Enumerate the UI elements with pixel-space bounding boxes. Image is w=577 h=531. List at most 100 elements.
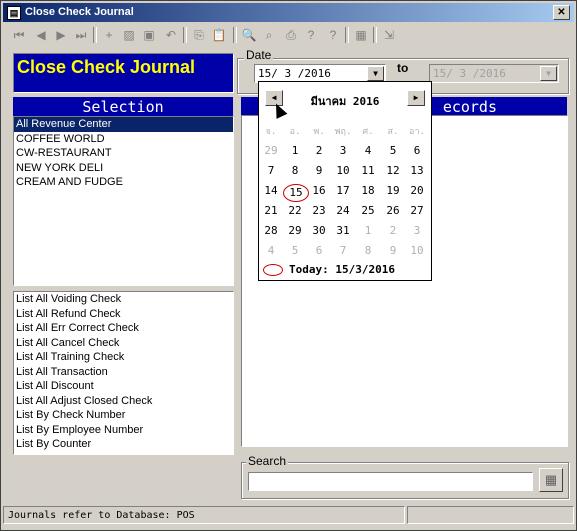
copy-icon[interactable]: ⎘ <box>191 27 207 43</box>
calendar-day[interactable]: 4 <box>259 244 283 257</box>
revenue-center-list[interactable]: All Revenue Center COFFEE WORLD CW-RESTAUR… <box>13 116 234 286</box>
calendar-day[interactable]: 8 <box>283 164 307 177</box>
save-icon[interactable]: ▣ <box>141 27 157 43</box>
search-input[interactable] <box>248 472 533 491</box>
calendar-day[interactable]: 3 <box>331 144 355 157</box>
revenue-center-item[interactable]: NEW YORK DELI <box>14 161 233 176</box>
calendar-day[interactable]: 17 <box>331 184 355 197</box>
calendar-today[interactable]: Today: 15/3/2016 <box>259 260 431 278</box>
paste-icon[interactable]: 📋 <box>211 27 227 43</box>
edit-icon[interactable]: ▨ <box>121 27 137 43</box>
binoculars-icon[interactable]: ⌕ <box>261 27 277 43</box>
date-from-value: 15/ 3 /2016 <box>258 67 331 80</box>
journal-type-item[interactable]: List By Employee Number <box>14 423 233 438</box>
next-record-icon[interactable]: ▶ <box>53 27 69 43</box>
calendar-day[interactable]: 25 <box>356 204 380 217</box>
revenue-center-item[interactable]: COFFEE WORLD <box>14 132 233 147</box>
calendar-day[interactable]: 29 <box>259 144 283 157</box>
calendar-day[interactable]: 24 <box>331 204 355 217</box>
close-button[interactable]: ✕ <box>553 5 570 20</box>
report-icon[interactable]: ▦ <box>353 27 369 43</box>
page-title-panel: Close Check Journal <box>13 53 234 93</box>
toolbar-separator <box>183 27 187 43</box>
calendar-day[interactable]: 19 <box>381 184 405 197</box>
first-record-icon[interactable]: ⏮ <box>11 27 27 43</box>
calendar-day[interactable]: 16 <box>307 184 331 197</box>
calendar-day[interactable]: 30 <box>307 224 331 237</box>
toolbar-separator <box>345 27 349 43</box>
exit-icon[interactable]: ⇲ <box>381 27 397 43</box>
help-icon[interactable]: ? <box>325 27 341 43</box>
prev-record-icon[interactable]: ◀ <box>33 27 49 43</box>
calendar-day[interactable]: 20 <box>405 184 429 197</box>
journal-type-item[interactable]: List All Transaction <box>14 365 233 380</box>
calendar-day[interactable]: 12 <box>381 164 405 177</box>
calendar-day[interactable]: 5 <box>381 144 405 157</box>
calendar-day[interactable]: 6 <box>307 244 331 257</box>
calendar-day[interactable]: 7 <box>259 164 283 177</box>
calendar-day[interactable]: 10 <box>405 244 429 257</box>
journal-type-item[interactable]: List All Err Correct Check <box>14 321 233 336</box>
calendar-day[interactable]: 6 <box>405 144 429 157</box>
calendar-day[interactable]: 9 <box>381 244 405 257</box>
calendar-day[interactable]: 14 <box>259 184 283 197</box>
calendar-day[interactable]: 10 <box>331 164 355 177</box>
calendar-day[interactable]: 5 <box>283 244 307 257</box>
calendar-day[interactable]: 1 <box>283 144 307 157</box>
toolbar: ⏮ ◀ ▶ ⏭ + ▨ ▣ ↶ ⎘ 📋 🔍 ⌕ ⎙?? ▦ ⇲ <box>3 24 574 46</box>
calendar-day[interactable]: 7 <box>331 244 355 257</box>
status-text: Journals refer to Database: POS <box>3 506 405 524</box>
chevron-down-icon[interactable]: ▼ <box>367 66 384 81</box>
next-month-button[interactable]: ▶ <box>407 90 425 106</box>
revenue-center-item[interactable]: CW-RESTAURANT <box>14 146 233 161</box>
calendar-day[interactable]: 28 <box>259 224 283 237</box>
calendar-day[interactable]: 23 <box>307 204 331 217</box>
journal-type-item[interactable]: List By Check Number <box>14 408 233 423</box>
calendar-day[interactable]: 26 <box>381 204 405 217</box>
calendar-day[interactable]: 1 <box>356 224 380 237</box>
journal-type-item[interactable]: List All Cancel Check <box>14 336 233 351</box>
help-pointer-icon[interactable]: ? <box>303 27 319 43</box>
journal-type-item[interactable]: List All Training Check <box>14 350 233 365</box>
journal-type-item[interactable]: List By Counter <box>14 437 233 452</box>
calendar-day[interactable]: 2 <box>381 224 405 237</box>
calendar-day[interactable]: 13 <box>405 164 429 177</box>
toolbar-separator <box>373 27 377 43</box>
calendar-day[interactable]: 2 <box>307 144 331 157</box>
journal-type-item[interactable]: List All Refund Check <box>14 307 233 322</box>
journal-type-item[interactable]: List All Discount <box>14 379 233 394</box>
toolbar-separator <box>233 27 237 43</box>
calendar-day[interactable]: 29 <box>283 224 307 237</box>
date-to-combo[interactable]: 15/ 3 /2016 ▼ <box>429 64 559 83</box>
calendar-day[interactable]: 31 <box>331 224 355 237</box>
calendar-day[interactable]: 8 <box>356 244 380 257</box>
app-icon: ▤ <box>7 6 21 20</box>
weekday-label: พ. <box>313 127 325 137</box>
calendar-selected-day[interactable]: 15 <box>283 184 309 202</box>
revenue-center-item[interactable]: CREAM AND FUDGE <box>14 175 233 190</box>
calendar-day[interactable]: 4 <box>356 144 380 157</box>
undo-icon[interactable]: ↶ <box>163 27 179 43</box>
calendar-day[interactable]: 11 <box>356 164 380 177</box>
calendar-day[interactable]: 21 <box>259 204 283 217</box>
weekday-label: ส. <box>387 127 399 137</box>
print-icon[interactable]: ⎙ <box>283 27 299 43</box>
title-bar: ▤ Close Check Journal ✕ <box>3 3 574 22</box>
journal-type-list[interactable]: List All Voiding Check List All Refund Ch… <box>13 291 234 455</box>
journal-type-item[interactable]: List All Voiding Check <box>14 292 233 307</box>
status-cell-empty <box>407 506 574 524</box>
find-icon[interactable]: 🔍 <box>241 27 257 43</box>
weekday-label: อา. <box>409 127 425 137</box>
calendar-day[interactable]: 27 <box>405 204 429 217</box>
selection-header: Selection <box>13 97 233 117</box>
journal-type-item[interactable]: List All Adjust Closed Check <box>14 394 233 409</box>
calendar-day[interactable]: 3 <box>405 224 429 237</box>
last-record-icon[interactable]: ⏭ <box>73 27 89 43</box>
chevron-down-icon[interactable]: ▼ <box>540 66 557 81</box>
revenue-center-item[interactable]: All Revenue Center <box>14 117 233 132</box>
calendar-day[interactable]: 18 <box>356 184 380 197</box>
add-icon[interactable]: + <box>101 27 117 43</box>
search-button[interactable]: ▦ <box>539 468 563 492</box>
calendar-day[interactable]: 22 <box>283 204 307 217</box>
calendar-day[interactable]: 9 <box>307 164 331 177</box>
